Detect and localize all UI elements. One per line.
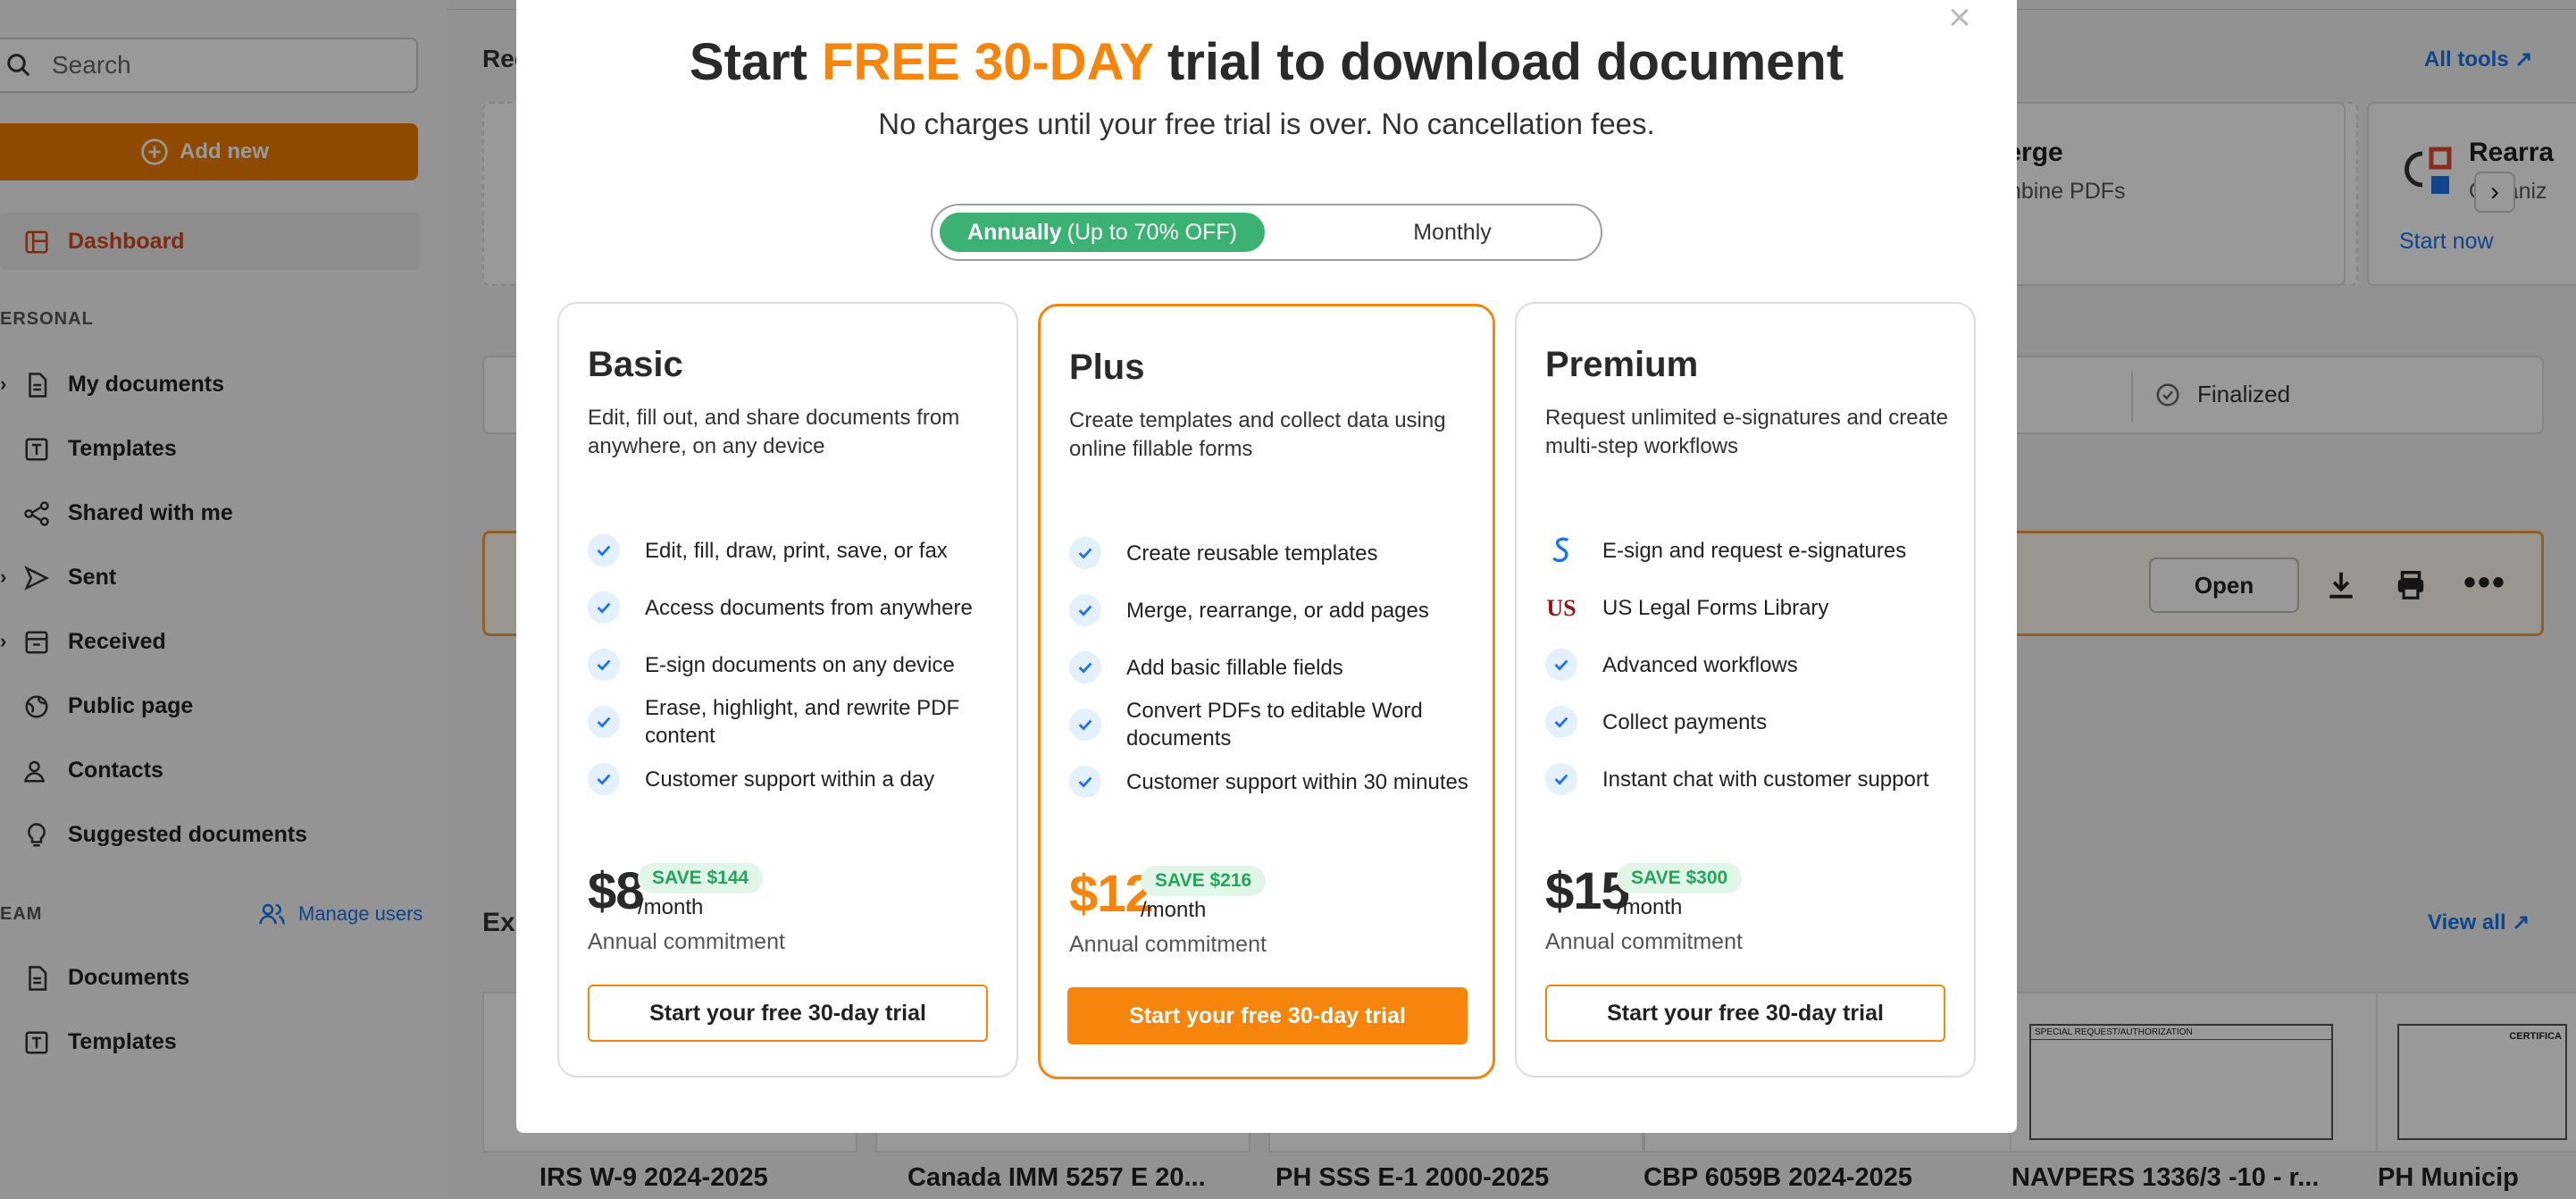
- check-icon: [1069, 651, 1101, 683]
- feature-text: Customer support within a day: [645, 767, 935, 792]
- check-icon: [1069, 766, 1101, 798]
- check-icon: [588, 649, 620, 681]
- start-trial-button-plus[interactable]: Start your free 30-day trial: [1067, 987, 1468, 1044]
- signature-icon: [1545, 534, 1577, 566]
- feature-list: E-sign and request e-signatures US US Leg…: [1545, 522, 1956, 808]
- check-icon: [1069, 708, 1101, 741]
- feature-text: Convert PDFs to editable Word documents: [1126, 699, 1423, 750]
- feature-text: Access documents from anywhere: [645, 595, 973, 620]
- check-icon: [588, 591, 620, 624]
- feature-text: Edit, fill, draw, print, save, or fax: [645, 538, 948, 563]
- feature-item: Access documents from anywhere: [588, 579, 999, 636]
- plan-description: Create templates and collect data using …: [1069, 408, 1446, 461]
- feature-text: Instant chat with customer support: [1602, 767, 1929, 792]
- feature-item: E-sign documents on any device: [588, 636, 999, 693]
- feature-item: Collect payments: [1545, 693, 1956, 750]
- feature-item: Add basic fillable fields: [1069, 639, 1480, 696]
- price-period: /month: [1141, 898, 1207, 922]
- title-post: trial to download document: [1152, 33, 1844, 91]
- plan-card-basic: Basic Edit, fill out, and share document…: [557, 302, 1018, 1077]
- feature-item: Customer support within a day: [588, 750, 999, 808]
- feature-text: E-sign and request e-signatures: [1602, 538, 1907, 563]
- feature-list: Edit, fill, draw, print, save, or fax Ac…: [588, 522, 999, 808]
- us-logo-text: US: [1546, 594, 1577, 621]
- check-icon: [1545, 706, 1577, 738]
- save-badge: SAVE $300: [1617, 863, 1743, 893]
- plan-card-premium: Premium Request unlimited e-signatures a…: [1515, 302, 1976, 1077]
- annual-label: Annually: [967, 219, 1062, 245]
- feature-item: Create reusable templates: [1069, 524, 1480, 582]
- feature-item: Convert PDFs to editable Word documents: [1069, 696, 1480, 753]
- save-badge: SAVE $216: [1141, 866, 1267, 896]
- commitment-text: Annual commitment: [1069, 932, 1267, 957]
- close-icon[interactable]: ×: [1942, 0, 1978, 38]
- feature-list: Create reusable templates Merge, rearran…: [1069, 524, 1480, 810]
- feature-item: Merge, rearrange, or add pages: [1069, 582, 1480, 639]
- plan-card-plus: Plus Create templates and collect data u…: [1038, 304, 1495, 1079]
- trial-modal: × Start FREE 30-DAY trial to download do…: [516, 0, 2017, 1133]
- feature-text: E-sign documents on any device: [645, 652, 955, 677]
- feature-item: Instant chat with customer support: [1545, 750, 1956, 808]
- feature-text: Merge, rearrange, or add pages: [1126, 598, 1429, 623]
- feature-item: US US Legal Forms Library: [1545, 579, 1956, 636]
- save-badge: SAVE $144: [638, 863, 764, 893]
- feature-text: Collect payments: [1602, 709, 1768, 734]
- plan-description: Edit, fill out, and share documents from…: [588, 406, 960, 458]
- check-icon: [1545, 763, 1577, 795]
- feature-text: US Legal Forms Library: [1602, 595, 1829, 620]
- title-accent: FREE 30-DAY: [822, 33, 1153, 91]
- check-icon: [588, 706, 620, 738]
- start-trial-button-premium[interactable]: Start your free 30-day trial: [1545, 985, 1945, 1042]
- check-icon: [1069, 594, 1101, 626]
- billing-toggle[interactable]: Annually (Up to 70% OFF) Monthly: [931, 204, 1602, 261]
- feature-item: Erase, highlight, and rewrite PDF conten…: [588, 693, 999, 750]
- plan-description: Request unlimited e-signatures and creat…: [1545, 406, 1948, 458]
- title-pre: Start: [689, 33, 823, 91]
- feature-text: Add basic fillable fields: [1126, 655, 1343, 680]
- plan-name: Plus: [1069, 348, 1145, 387]
- price-period: /month: [1617, 895, 1683, 919]
- modal-title: Start FREE 30-DAY trial to download docu…: [516, 32, 2017, 92]
- check-icon: [1545, 649, 1577, 681]
- modal-subtitle: No charges until your free trial is over…: [878, 107, 1655, 140]
- feature-text: Erase, highlight, and rewrite PDF conten…: [645, 696, 960, 748]
- check-icon: [1069, 537, 1101, 569]
- annual-discount: (Up to 70% OFF): [1066, 219, 1237, 245]
- check-icon: [588, 763, 620, 795]
- check-icon: [588, 534, 620, 566]
- price-period: /month: [638, 895, 704, 919]
- feature-item: Advanced workflows: [1545, 636, 1956, 693]
- feature-text: Customer support within 30 minutes: [1126, 769, 1468, 794]
- feature-text: Advanced workflows: [1602, 652, 1798, 677]
- plan-name: Premium: [1545, 345, 1699, 384]
- feature-item: Edit, fill, draw, print, save, or fax: [588, 522, 999, 579]
- start-trial-button-basic[interactable]: Start your free 30-day trial: [588, 985, 988, 1042]
- billing-monthly-option[interactable]: Monthly: [1318, 213, 1586, 252]
- billing-annual-option[interactable]: Annually (Up to 70% OFF): [940, 213, 1265, 252]
- us-legal-forms-icon: US: [1545, 591, 1577, 624]
- plan-price: $8: [588, 862, 645, 920]
- commitment-text: Annual commitment: [1545, 929, 1743, 954]
- plan-name: Basic: [588, 345, 683, 384]
- feature-item: E-sign and request e-signatures: [1545, 522, 1956, 579]
- feature-text: Create reusable templates: [1126, 541, 1378, 566]
- feature-item: Customer support within 30 minutes: [1069, 753, 1480, 810]
- commitment-text: Annual commitment: [588, 929, 785, 954]
